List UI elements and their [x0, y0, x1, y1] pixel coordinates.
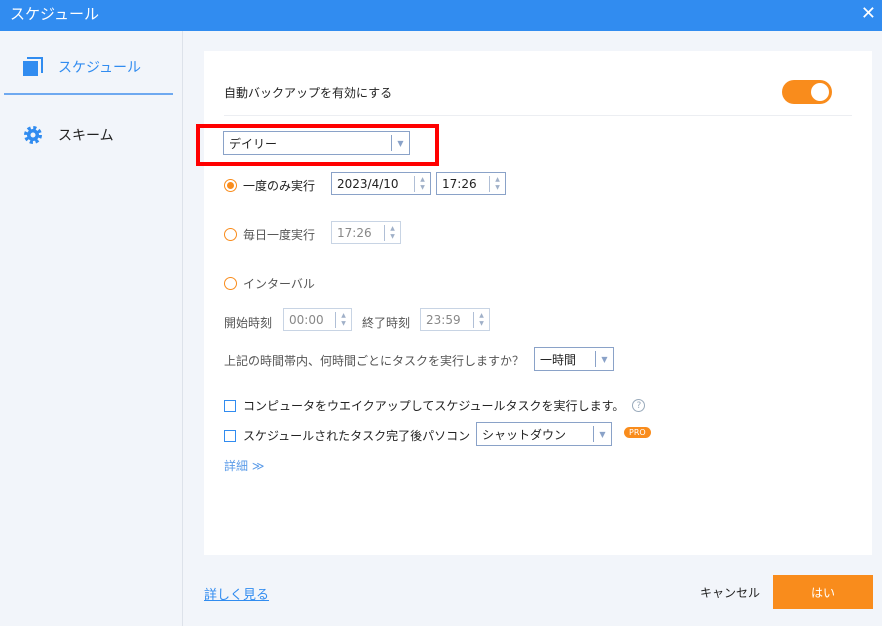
start-time-input[interactable]: 00:00 ▲ ▼ — [283, 308, 352, 331]
wake-checkbox[interactable]: コンピュータをウエイクアップしてスケジュールタスクを実行します。? — [224, 397, 646, 414]
gear-icon — [22, 124, 44, 146]
daily-label: 毎日一度実行 — [243, 228, 316, 242]
chevron-down-icon: ▼ — [595, 351, 613, 367]
sidebar-item-label: スケジュール — [58, 60, 142, 76]
once-label: 一度のみ実行 — [243, 179, 316, 193]
daily-time: 17:26 — [337, 225, 372, 240]
title-bar: スケジュール ✕ — [0, 0, 882, 31]
wake-label: コンピュータをウエイクアップしてスケジュールタスクを実行します。 — [243, 399, 625, 413]
daily-time-input[interactable]: 17:26 ▲ ▼ — [331, 221, 401, 244]
once-date: 2023/4/10 — [337, 176, 399, 191]
interval-question: 上記の時間帯内、何時間ごとにタスクを実行しますか？ — [224, 354, 525, 368]
interval-value: 一時間 — [540, 352, 577, 367]
auto-backup-toggle[interactable] — [782, 80, 832, 104]
interval-radio[interactable]: インターバル — [224, 275, 315, 292]
pro-badge: PRO — [612, 427, 651, 438]
after-checkbox[interactable]: スケジュールされたタスク完了後パソコン — [224, 427, 470, 444]
learn-more-link[interactable]: 詳しく見る — [204, 584, 269, 603]
frequency-value: デイリー — [229, 136, 278, 151]
after-action-select[interactable]: シャットダウン ▼ — [476, 422, 612, 446]
spinner-icon[interactable]: ▲ ▼ — [384, 225, 400, 241]
end-label: 終了時刻 — [362, 316, 411, 330]
chevron-down-icon: ▼ — [391, 135, 409, 151]
divider — [224, 115, 852, 116]
close-icon[interactable]: ✕ — [861, 3, 876, 24]
window-title: スケジュール — [10, 5, 99, 23]
interval-label: インターバル — [243, 277, 315, 291]
start-time: 00:00 — [289, 312, 324, 327]
end-time-input[interactable]: 23:59 ▲ ▼ — [420, 308, 490, 331]
interval-select[interactable]: 一時間 ▼ — [534, 347, 614, 371]
sidebar-item-schedule[interactable]: スケジュール — [4, 41, 173, 95]
once-time: 17:26 — [442, 176, 477, 191]
spinner-icon[interactable]: ▲ ▼ — [414, 176, 430, 192]
auto-backup-label: 自動バックアップを有効にする — [224, 86, 393, 100]
cancel-button[interactable]: キャンセル — [700, 584, 760, 601]
radio-icon — [224, 179, 237, 192]
details-link[interactable]: 詳細 ≫ — [224, 457, 264, 474]
checkbox-icon — [224, 399, 236, 412]
chevron-down-icon: ▼ — [593, 426, 611, 442]
sidebar: スケジュール スキーム — [0, 31, 183, 626]
pro-label: PRO — [624, 427, 651, 438]
checkbox-icon — [224, 429, 236, 442]
spinner-icon[interactable]: ▲ ▼ — [335, 312, 351, 328]
start-label: 開始時刻 — [224, 316, 273, 330]
after-label: スケジュールされたタスク完了後パソコン — [243, 429, 471, 443]
copy-icon — [22, 56, 44, 78]
end-time: 23:59 — [426, 312, 461, 327]
sidebar-item-label: スキーム — [58, 128, 114, 144]
ok-button[interactable]: はい — [773, 575, 873, 609]
spinner-icon[interactable]: ▲ ▼ — [473, 312, 489, 328]
sidebar-item-scheme[interactable]: スキーム — [4, 108, 173, 162]
daily-radio[interactable]: 毎日一度実行 — [224, 226, 315, 243]
after-value: シャットダウン — [482, 427, 567, 442]
frequency-select[interactable]: デイリー ▼ — [223, 131, 410, 155]
help-icon[interactable]: ? — [632, 399, 646, 412]
radio-icon — [224, 228, 237, 241]
spinner-icon[interactable]: ▲ ▼ — [489, 176, 505, 192]
once-radio[interactable]: 一度のみ実行 — [224, 177, 315, 194]
radio-icon — [224, 277, 237, 290]
once-time-input[interactable]: 17:26 ▲ ▼ — [436, 172, 506, 195]
once-date-input[interactable]: 2023/4/10 ▲ ▼ — [331, 172, 431, 195]
